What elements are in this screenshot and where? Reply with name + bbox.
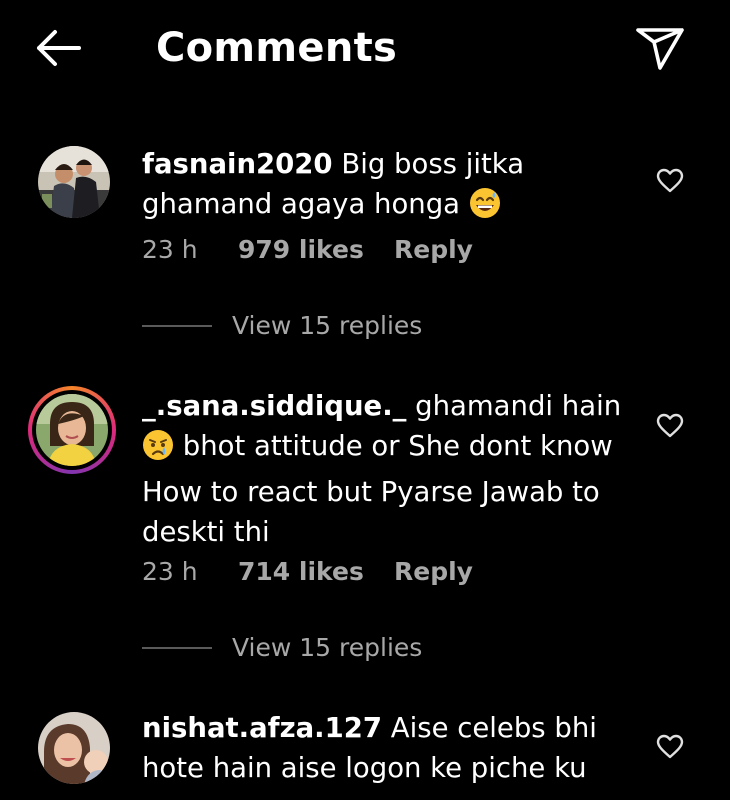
avatar[interactable] <box>38 712 110 784</box>
view-replies-button[interactable]: View 15 replies <box>142 632 422 664</box>
comment-likes[interactable]: 714 likes <box>238 556 394 588</box>
comment-body-part2: bhot attitude or She dont know How to re… <box>142 430 613 548</box>
comment-meta: 23 h 714 likes Reply <box>142 556 473 588</box>
like-button[interactable] <box>652 408 688 444</box>
view-replies-button[interactable]: View 15 replies <box>142 310 422 342</box>
grinning-sweat-emoji-icon <box>469 187 501 230</box>
avatar[interactable] <box>38 146 110 218</box>
view-replies-label: View 15 replies <box>232 633 423 662</box>
comment-username[interactable]: _.sana.siddique._ <box>142 390 406 422</box>
comment-text: _.sana.siddique._ ghamandi hain bhot att… <box>142 386 632 552</box>
divider-line <box>142 325 212 327</box>
reply-button[interactable]: Reply <box>394 556 473 588</box>
comment-username[interactable]: fasnain2020 <box>142 148 333 180</box>
heart-icon <box>656 413 684 438</box>
like-button[interactable] <box>652 163 688 199</box>
comment-timestamp: 23 h <box>142 557 198 586</box>
like-button[interactable] <box>652 729 688 765</box>
comment-meta: 23 h 979 likes Reply <box>142 234 473 266</box>
comment-text: fasnain2020 Big boss jitka ghamand agaya… <box>142 144 632 230</box>
comments-list: fasnain2020 Big boss jitka ghamand agaya… <box>0 0 730 800</box>
heart-icon <box>656 734 684 759</box>
heart-icon <box>656 168 684 193</box>
avatar[interactable] <box>28 386 116 474</box>
comment-username[interactable]: nishat.afza.127 <box>142 712 382 744</box>
comment-body-part1: ghamandi hain <box>415 390 622 422</box>
crying-face-emoji-icon <box>142 429 174 472</box>
view-replies-label: View 15 replies <box>232 311 423 340</box>
comment-likes[interactable]: 979 likes <box>238 234 394 266</box>
comment-text: nishat.afza.127 Aise celebs bhi hote hai… <box>142 708 632 788</box>
divider-line <box>142 647 212 649</box>
reply-button[interactable]: Reply <box>394 234 473 266</box>
comment-timestamp: 23 h <box>142 235 198 264</box>
